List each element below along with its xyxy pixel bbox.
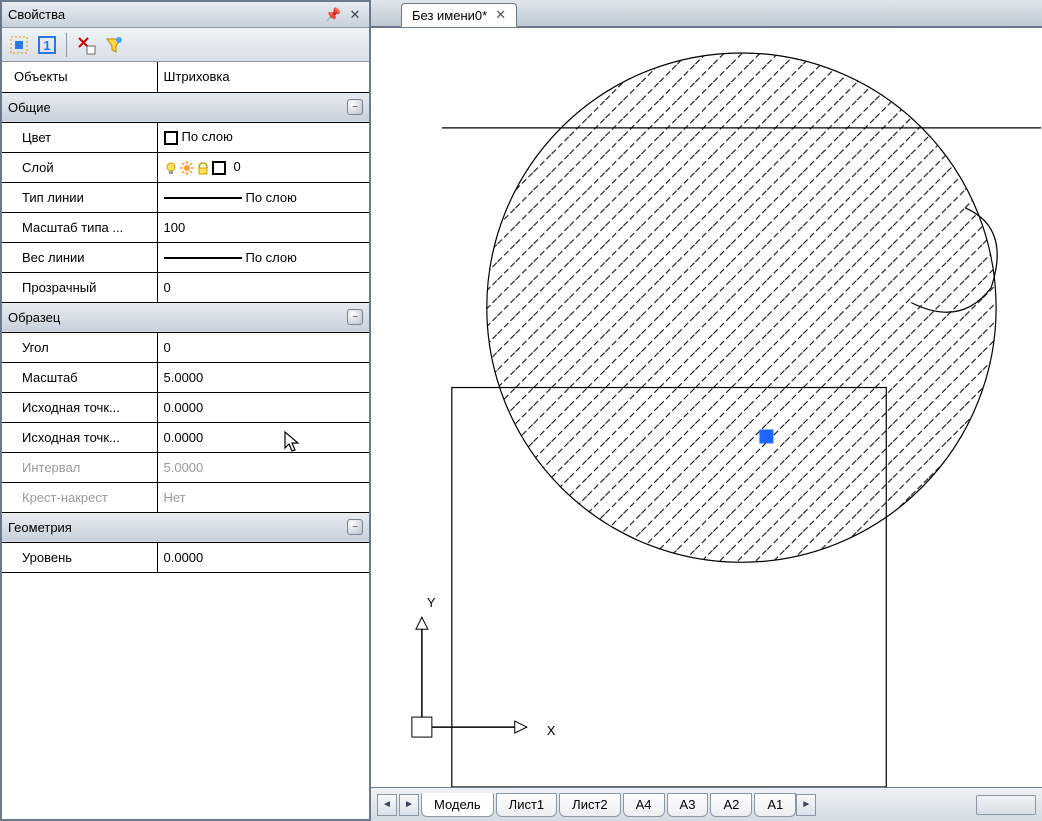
- separator: [66, 33, 67, 57]
- document-tab[interactable]: Без имени0* ✕: [401, 3, 517, 27]
- document-tab-bar: Без имени0* ✕: [371, 0, 1042, 28]
- row-lineweight[interactable]: Вес линии По слою: [2, 242, 369, 272]
- sun-icon: [180, 161, 194, 175]
- row-double: Крест-накрест Нет: [2, 482, 369, 512]
- tab-close-icon[interactable]: ✕: [495, 7, 506, 23]
- lock-icon: [196, 161, 210, 175]
- sheet-tab[interactable]: A3: [667, 793, 709, 817]
- close-icon[interactable]: ✕: [347, 7, 363, 23]
- row-color[interactable]: Цвет По слою: [2, 122, 369, 152]
- collapse-icon[interactable]: −: [347, 519, 363, 535]
- sheet-tab[interactable]: Лист2: [559, 793, 620, 817]
- row-origin-x[interactable]: Исходная точк... 0.0000: [2, 392, 369, 422]
- drawing-area: Без имени0* ✕: [371, 0, 1042, 821]
- object-value[interactable]: Штриховка: [157, 62, 369, 92]
- sheet-scroll-right[interactable]: ►: [399, 794, 419, 816]
- sheet-scroll-more[interactable]: ►: [796, 794, 816, 816]
- axis-y-label: Y: [427, 595, 436, 610]
- sheet-tab[interactable]: A1: [754, 793, 796, 817]
- object-label: Объекты: [2, 62, 157, 92]
- color-swatch: [164, 131, 178, 145]
- sheet-tab-bar: ◄ ► Модель Лист1 Лист2 A4 A3 A2 A1 ►: [371, 787, 1042, 821]
- document-tab-label: Без имени0*: [412, 8, 487, 23]
- line-sample: [164, 197, 242, 199]
- row-level[interactable]: Уровень 0.0000: [2, 542, 369, 572]
- panel-title: Свойства: [8, 7, 319, 22]
- svg-text:1: 1: [43, 38, 50, 53]
- row-origin-y[interactable]: Исходная точк... 0.0000: [2, 422, 369, 452]
- object-type-row[interactable]: Объекты Штриховка: [2, 62, 369, 92]
- toggle-pim-icon[interactable]: [8, 34, 30, 56]
- line-sample: [164, 257, 242, 259]
- layer-icons: [164, 161, 230, 175]
- lightbulb-icon: [164, 161, 178, 175]
- ucs-icon: [412, 617, 527, 737]
- properties-panel: Свойства 📌 ✕ 1 Объекты Штриховка Общие− …: [0, 0, 371, 821]
- row-spacing: Интервал 5.0000: [2, 452, 369, 482]
- sheet-tab-model[interactable]: Модель: [421, 793, 494, 817]
- row-layer[interactable]: Слой 0: [2, 152, 369, 182]
- filter-icon[interactable]: [103, 34, 125, 56]
- panel-titlebar: Свойства 📌 ✕: [2, 2, 369, 28]
- group-pattern[interactable]: Образец−: [2, 302, 369, 332]
- quick-select-one-icon[interactable]: 1: [36, 34, 58, 56]
- row-scale[interactable]: Масштаб 5.0000: [2, 362, 369, 392]
- group-geometry[interactable]: Геометрия−: [2, 512, 369, 542]
- sheet-tab[interactable]: Лист1: [496, 793, 557, 817]
- row-angle[interactable]: Угол 0: [2, 332, 369, 362]
- sheet-tab[interactable]: A2: [710, 793, 752, 817]
- selection-grip[interactable]: [759, 429, 773, 443]
- sheet-scroll-left[interactable]: ◄: [377, 794, 397, 816]
- collapse-icon[interactable]: −: [347, 99, 363, 115]
- collapse-icon[interactable]: −: [347, 309, 363, 325]
- canvas[interactable]: X Y: [371, 28, 1042, 787]
- panel-toolbar: 1: [2, 28, 369, 62]
- row-transparent[interactable]: Прозрачный 0: [2, 272, 369, 302]
- horizontal-scrollbar[interactable]: [976, 795, 1036, 815]
- layer-color-swatch: [212, 161, 226, 175]
- axis-x-label: X: [547, 723, 556, 738]
- properties-table: Объекты Штриховка Общие− Цвет По слою Сл…: [2, 62, 369, 573]
- row-ltscale[interactable]: Масштаб типа ... 100: [2, 212, 369, 242]
- drawing-svg: X Y: [371, 28, 1042, 787]
- row-linetype[interactable]: Тип линии По слою: [2, 182, 369, 212]
- sheet-tab[interactable]: A4: [623, 793, 665, 817]
- pin-icon[interactable]: 📌: [325, 7, 341, 23]
- group-common[interactable]: Общие−: [2, 92, 369, 122]
- quick-select-icon[interactable]: [75, 34, 97, 56]
